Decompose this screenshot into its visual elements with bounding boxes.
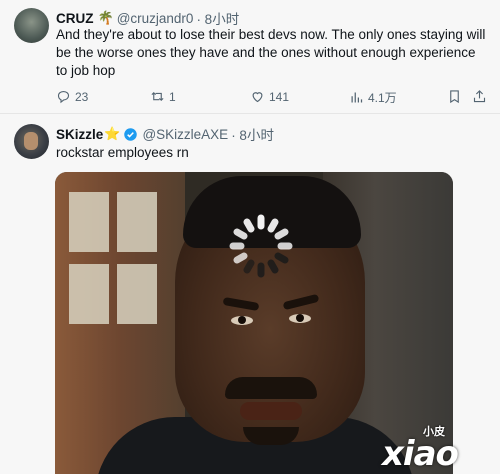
bookmark-icon [450,90,459,104]
bookmark-button[interactable] [447,89,462,104]
author-name[interactable]: SKizzle [56,127,103,142]
tweet-text: rockstar employees rn [56,145,189,160]
share-icon [473,90,486,103]
watermark-logo: xiao [382,434,459,474]
avatar[interactable] [14,124,49,159]
like-button[interactable]: 141 [250,89,289,104]
timestamp[interactable]: · 8小时 [231,124,274,144]
tweet-media-image[interactable] [55,172,453,474]
views-button[interactable]: 4.1万 [349,89,397,106]
palm-tree-emoji: 🌴 [97,10,114,25]
reply-button[interactable]: 23 [56,89,88,104]
star-emoji: ⭐ [104,126,121,141]
reply-icon [57,90,70,104]
reply-count: 23 [75,89,89,104]
timestamp[interactable]: · 8小时 [196,8,239,28]
author-name[interactable]: CRUZ [56,11,94,26]
author-handle[interactable]: @cruzjandr0 [117,11,194,26]
author-handle[interactable]: @SKizzleAXE [142,127,228,142]
repost-icon [151,91,164,102]
repost-count: 1 [169,89,176,104]
views-chart-icon [351,92,363,103]
tweet-skizzle[interactable]: SKizzle ⭐ @SKizzleAXE · 8小时 rockstar emp… [0,114,500,474]
tweet-cruz[interactable]: CRUZ 🌴 @cruzjandr0 · 8小时 And they're abo… [0,0,500,113]
like-count: 141 [269,89,290,104]
verified-badge-icon [124,127,138,141]
views-count: 4.1万 [368,91,397,105]
repost-button[interactable]: 1 [150,89,176,104]
loading-spinner-icon [229,214,293,278]
heart-icon [252,92,263,103]
share-button[interactable] [472,89,487,104]
tweet-header: CRUZ 🌴 @cruzjandr0 · 8小时 [56,8,239,28]
avatar[interactable] [14,8,49,43]
tweet-actions: 23 1 141 4.1万 [56,89,486,105]
tweet-header: SKizzle ⭐ @SKizzleAXE · 8小时 [56,124,274,144]
tweet-text: And they're about to lose their best dev… [56,27,486,78]
